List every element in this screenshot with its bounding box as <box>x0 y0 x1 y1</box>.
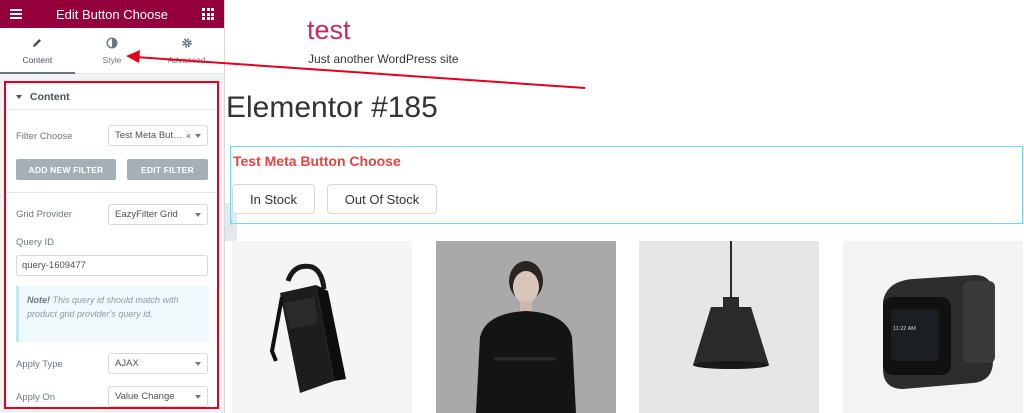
query-id-input[interactable]: query-1609477 <box>16 255 208 276</box>
apply-type-label: Apply Type <box>16 359 63 370</box>
apply-type-value: AJAX <box>115 358 139 369</box>
pendant-lamp-icon <box>693 241 769 369</box>
grid-provider-value: EazyFilter Grid <box>115 209 178 220</box>
pencil-icon <box>31 36 43 50</box>
tab-style[interactable]: Style <box>75 28 150 73</box>
widget-title: Test Meta Button Choose <box>233 153 401 169</box>
filter-choose-value: Test Meta Butt… <box>115 130 183 141</box>
product-card-pendant-lamp[interactable] <box>639 241 819 413</box>
apply-on-value: Value Change <box>115 391 175 402</box>
fitness-tracker-icon <box>883 275 995 389</box>
tracker-time: 11:22 AM <box>893 326 916 332</box>
chevron-down-icon <box>195 133 201 138</box>
apply-on-select[interactable]: Value Change <box>108 386 208 407</box>
screen: Edit Button Choose Content Style Advance… <box>0 0 1024 413</box>
grid-provider-select[interactable]: EazyFilter Grid <box>108 204 208 225</box>
query-id-notice: Note! This query id should match with pr… <box>16 286 209 342</box>
tab-advanced[interactable]: Advanced <box>149 28 224 73</box>
product-card-backpack[interactable] <box>232 241 412 413</box>
apply-type-select[interactable]: AJAX <box>108 353 208 374</box>
half-circle-icon <box>106 36 118 50</box>
widgets-grid-icon[interactable] <box>202 8 214 20</box>
hamburger-menu-icon[interactable] <box>10 9 22 19</box>
tab-advanced-label: Advanced <box>167 55 206 65</box>
edit-filter-button[interactable]: EDIT FILTER <box>127 159 208 180</box>
page-title: Elementor #185 <box>226 91 438 124</box>
filter-choose-select[interactable]: Test Meta Butt… × <box>108 125 208 146</box>
panel-header: Edit Button Choose <box>0 0 224 28</box>
panel-tabs: Content Style Advanced <box>0 28 224 74</box>
notice-strong: Note! <box>27 295 50 305</box>
backpack-icon <box>269 263 346 393</box>
grid-provider-label: Grid Provider <box>16 209 72 220</box>
chevron-down-icon <box>195 212 201 217</box>
product-card-jacket-model[interactable] <box>436 241 616 413</box>
panel-title: Edit Button Choose <box>55 6 169 22</box>
caret-down-icon <box>16 94 22 99</box>
divider <box>6 192 217 193</box>
tab-style-label: Style <box>102 55 122 65</box>
product-card-fitness-tracker[interactable]: 11:22 AM <box>843 241 1023 413</box>
clear-icon[interactable]: × <box>186 131 191 141</box>
chevron-down-icon <box>195 361 201 366</box>
section-title: Content <box>30 90 70 103</box>
add-new-filter-button[interactable]: ADD NEW FILTER <box>16 159 116 180</box>
chevron-down-icon <box>195 394 201 399</box>
query-id-value: query-1609477 <box>22 260 86 271</box>
fashion-model-icon <box>436 241 616 413</box>
gear-icon <box>181 36 193 50</box>
apply-on-label: Apply On <box>16 392 56 403</box>
site-title[interactable]: test <box>307 15 351 46</box>
content-section-header[interactable]: Content <box>6 84 217 110</box>
site-tagline: Just another WordPress site <box>308 52 459 66</box>
elementor-panel: Edit Button Choose Content Style Advance… <box>0 0 225 413</box>
filter-choose-label: Filter Choose <box>16 131 73 142</box>
button-choose-widget[interactable]: Test Meta Button Choose In Stock Out Of … <box>230 146 1023 224</box>
query-id-label: Query ID <box>16 237 55 248</box>
out-of-stock-button[interactable]: Out Of Stock <box>327 184 437 214</box>
controls-area: Filter Choose Test Meta Butt… × ADD NEW … <box>6 110 217 408</box>
tab-content-label: Content <box>22 55 53 65</box>
tab-content[interactable]: Content <box>0 28 75 74</box>
in-stock-button[interactable]: In Stock <box>232 184 315 214</box>
notice-text: This query id should match with product … <box>27 295 179 319</box>
